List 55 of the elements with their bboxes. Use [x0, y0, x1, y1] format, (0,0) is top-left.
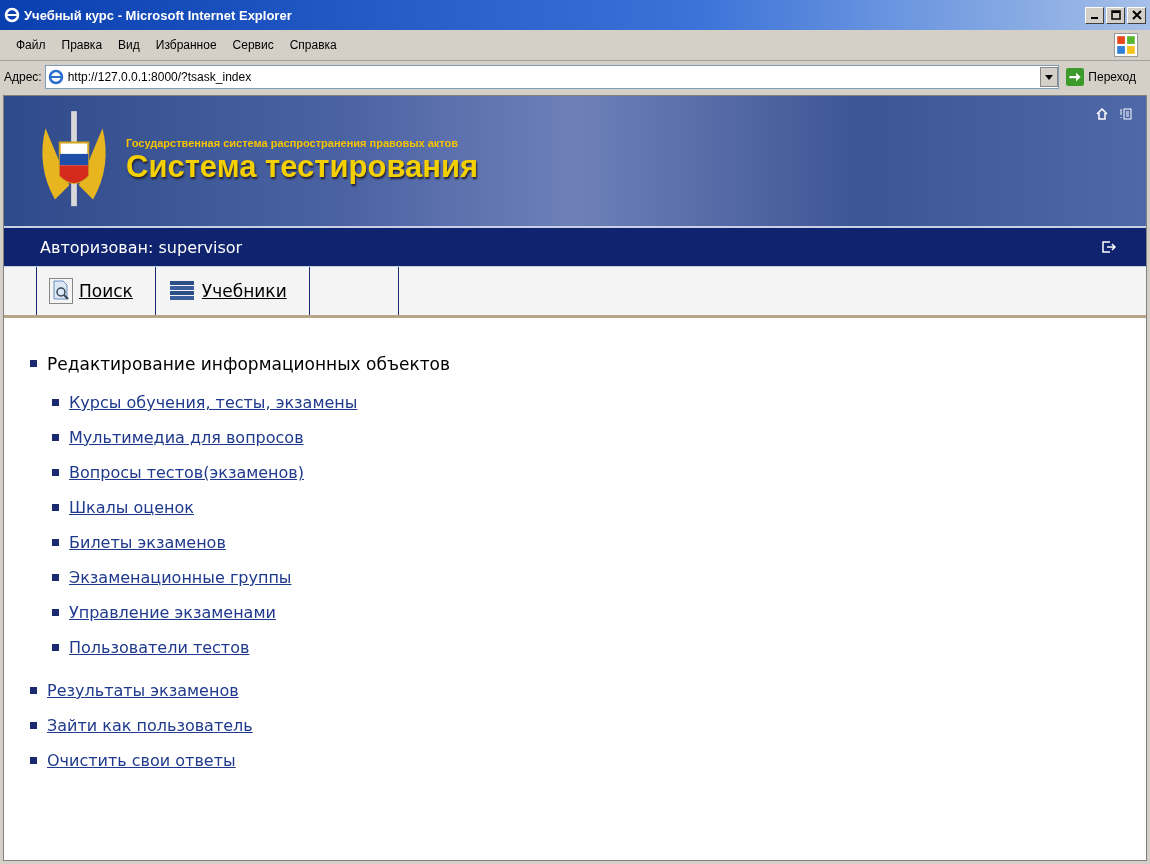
menu-link[interactable]: Зайти как пользователь	[47, 716, 253, 735]
minimize-button[interactable]	[1085, 6, 1104, 24]
close-icon	[1131, 10, 1142, 20]
close-button[interactable]	[1127, 6, 1146, 24]
dropdown-button[interactable]	[1040, 67, 1059, 87]
menu-link[interactable]: Вопросы тестов(экзаменов)	[69, 463, 305, 482]
menu-item[interactable]: Вид	[110, 38, 148, 52]
page-icon	[47, 69, 64, 85]
menu-link[interactable]: Очистить свои ответы	[47, 751, 236, 770]
menu-item[interactable]: Справка	[281, 38, 345, 52]
menu-link[interactable]: Курсы обучения, тесты, экзамены	[69, 393, 358, 412]
list-icon[interactable]	[1120, 108, 1132, 120]
bullet-icon	[52, 574, 59, 581]
caret-icon	[1045, 73, 1054, 81]
minimize-icon	[1091, 17, 1098, 19]
books-icon	[167, 280, 196, 302]
bullet-icon	[52, 434, 59, 441]
bullet-icon	[52, 644, 59, 651]
window-title: Учебный курс - Microsoft Internet Explorer	[24, 7, 293, 23]
search-icon	[49, 278, 73, 304]
menu-link[interactable]: Билеты экзаменов	[69, 533, 226, 552]
windows-logo-icon	[1114, 33, 1138, 57]
address-field[interactable]: http://127.0.0.1:8000/?tsask_index	[44, 65, 1060, 89]
menu-item[interactable]: Избранное	[147, 38, 225, 52]
auth-status: Авторизован: supervisor	[40, 237, 243, 257]
browser-logo-icon	[4, 7, 20, 23]
bullet-icon	[30, 757, 37, 764]
maximize-icon	[1110, 10, 1121, 20]
banner-subtitle: Государственная система распространения правовых актов	[126, 137, 460, 149]
toolbar-link[interactable]: Поиск	[37, 267, 155, 315]
menu-item[interactable]: Файл	[8, 38, 54, 52]
home-icon[interactable]	[1096, 108, 1108, 120]
bullet-icon	[30, 360, 37, 367]
bullet-icon	[52, 399, 59, 406]
bullet-icon	[52, 539, 59, 546]
maximize-button[interactable]	[1106, 6, 1125, 24]
section-heading: Редактирование информационных объектов	[47, 353, 450, 374]
address-label: Адрес:	[4, 70, 42, 84]
toolbar-link[interactable]: Учебники	[155, 267, 309, 315]
bullet-icon	[30, 722, 37, 729]
menu-link[interactable]: Шкалы оценок	[69, 498, 194, 517]
menu-item[interactable]: Сервис	[224, 38, 282, 52]
menu-item[interactable]: Правка	[53, 38, 111, 52]
bullet-icon	[30, 687, 37, 694]
bullet-icon	[52, 609, 59, 616]
banner-title: Система тестирования	[126, 149, 479, 185]
logout-icon[interactable]	[1102, 241, 1116, 253]
bullet-icon	[52, 469, 59, 476]
menu-link[interactable]: Пользователи тестов	[69, 638, 250, 657]
go-button[interactable]: Переход	[1062, 68, 1146, 86]
menu-link[interactable]: Мультимедиа для вопросов	[69, 428, 304, 447]
menu-link[interactable]: Экзаменационные группы	[69, 568, 292, 587]
menu-link[interactable]: Управление экзаменами	[69, 603, 276, 622]
menu-link[interactable]: Результаты экзаменов	[47, 681, 239, 700]
bullet-icon	[52, 504, 59, 511]
